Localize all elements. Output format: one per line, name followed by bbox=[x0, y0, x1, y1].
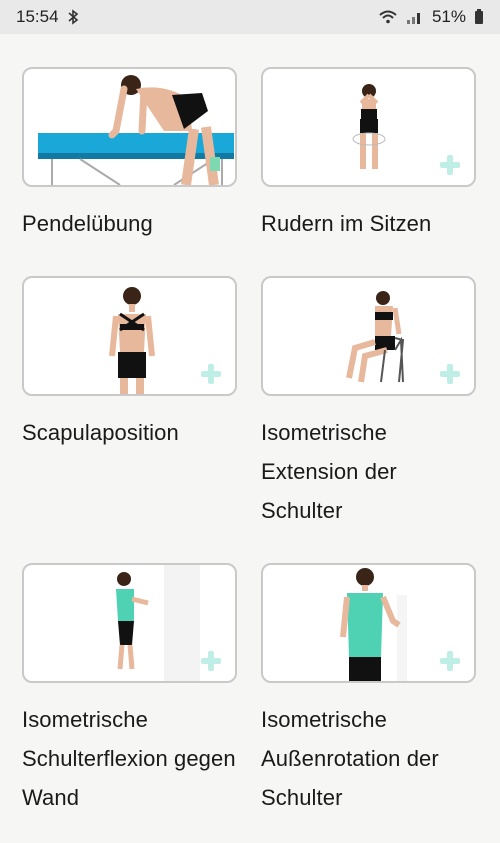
add-icon bbox=[201, 651, 221, 671]
exercise-card-iso-rotation[interactable]: Isometrische Außenrotation der Schulter bbox=[261, 563, 476, 817]
battery-level: 51% bbox=[431, 7, 466, 26]
status-bar: 15:54 51% bbox=[0, 0, 500, 34]
exercise-card-iso-extension[interactable]: Isometrische Extension der Schulter bbox=[261, 276, 476, 530]
status-time: 15:54 bbox=[16, 7, 59, 26]
exercise-iso-flexion-image[interactable] bbox=[22, 563, 237, 683]
exercise-title: Rudern im Sitzen bbox=[261, 211, 432, 236]
wifi-icon bbox=[378, 9, 398, 25]
exercise-title: Isometrische Extension der Schulter bbox=[261, 420, 397, 523]
add-icon bbox=[440, 364, 460, 384]
exercise-card-iso-flexion[interactable]: Isometrische Schulterflexion gegen Wand bbox=[22, 563, 237, 817]
battery-icon bbox=[474, 9, 484, 25]
exercise-title: Scapulaposition bbox=[22, 420, 179, 445]
add-icon bbox=[201, 364, 221, 384]
exercise-title: Isometrische Schulterflexion gegen Wand bbox=[22, 707, 236, 810]
exercise-scapula-image[interactable] bbox=[22, 276, 237, 396]
exercise-pendulum-image[interactable] bbox=[22, 67, 237, 187]
add-icon bbox=[440, 155, 460, 175]
exercise-card-seated-rowing[interactable]: Rudern im Sitzen bbox=[261, 67, 476, 243]
exercise-card-pendulum[interactable]: Pendelübung bbox=[22, 67, 237, 243]
exercise-seated-rowing-image[interactable] bbox=[261, 67, 476, 187]
exercise-card-scapula[interactable]: Scapulaposition bbox=[22, 276, 237, 452]
add-icon bbox=[440, 651, 460, 671]
exercise-iso-extension-image[interactable] bbox=[261, 276, 476, 396]
exercise-title: Isometrische Außenrotation der Schulter bbox=[261, 707, 439, 810]
exercise-grid: Pendelübung Rudern im Sitzen Scapulaposi… bbox=[0, 34, 500, 843]
signal-icon bbox=[406, 9, 424, 25]
exercise-iso-rotation-image[interactable] bbox=[261, 563, 476, 683]
bluetooth-icon bbox=[67, 9, 79, 25]
exercise-title: Pendelübung bbox=[22, 211, 153, 236]
